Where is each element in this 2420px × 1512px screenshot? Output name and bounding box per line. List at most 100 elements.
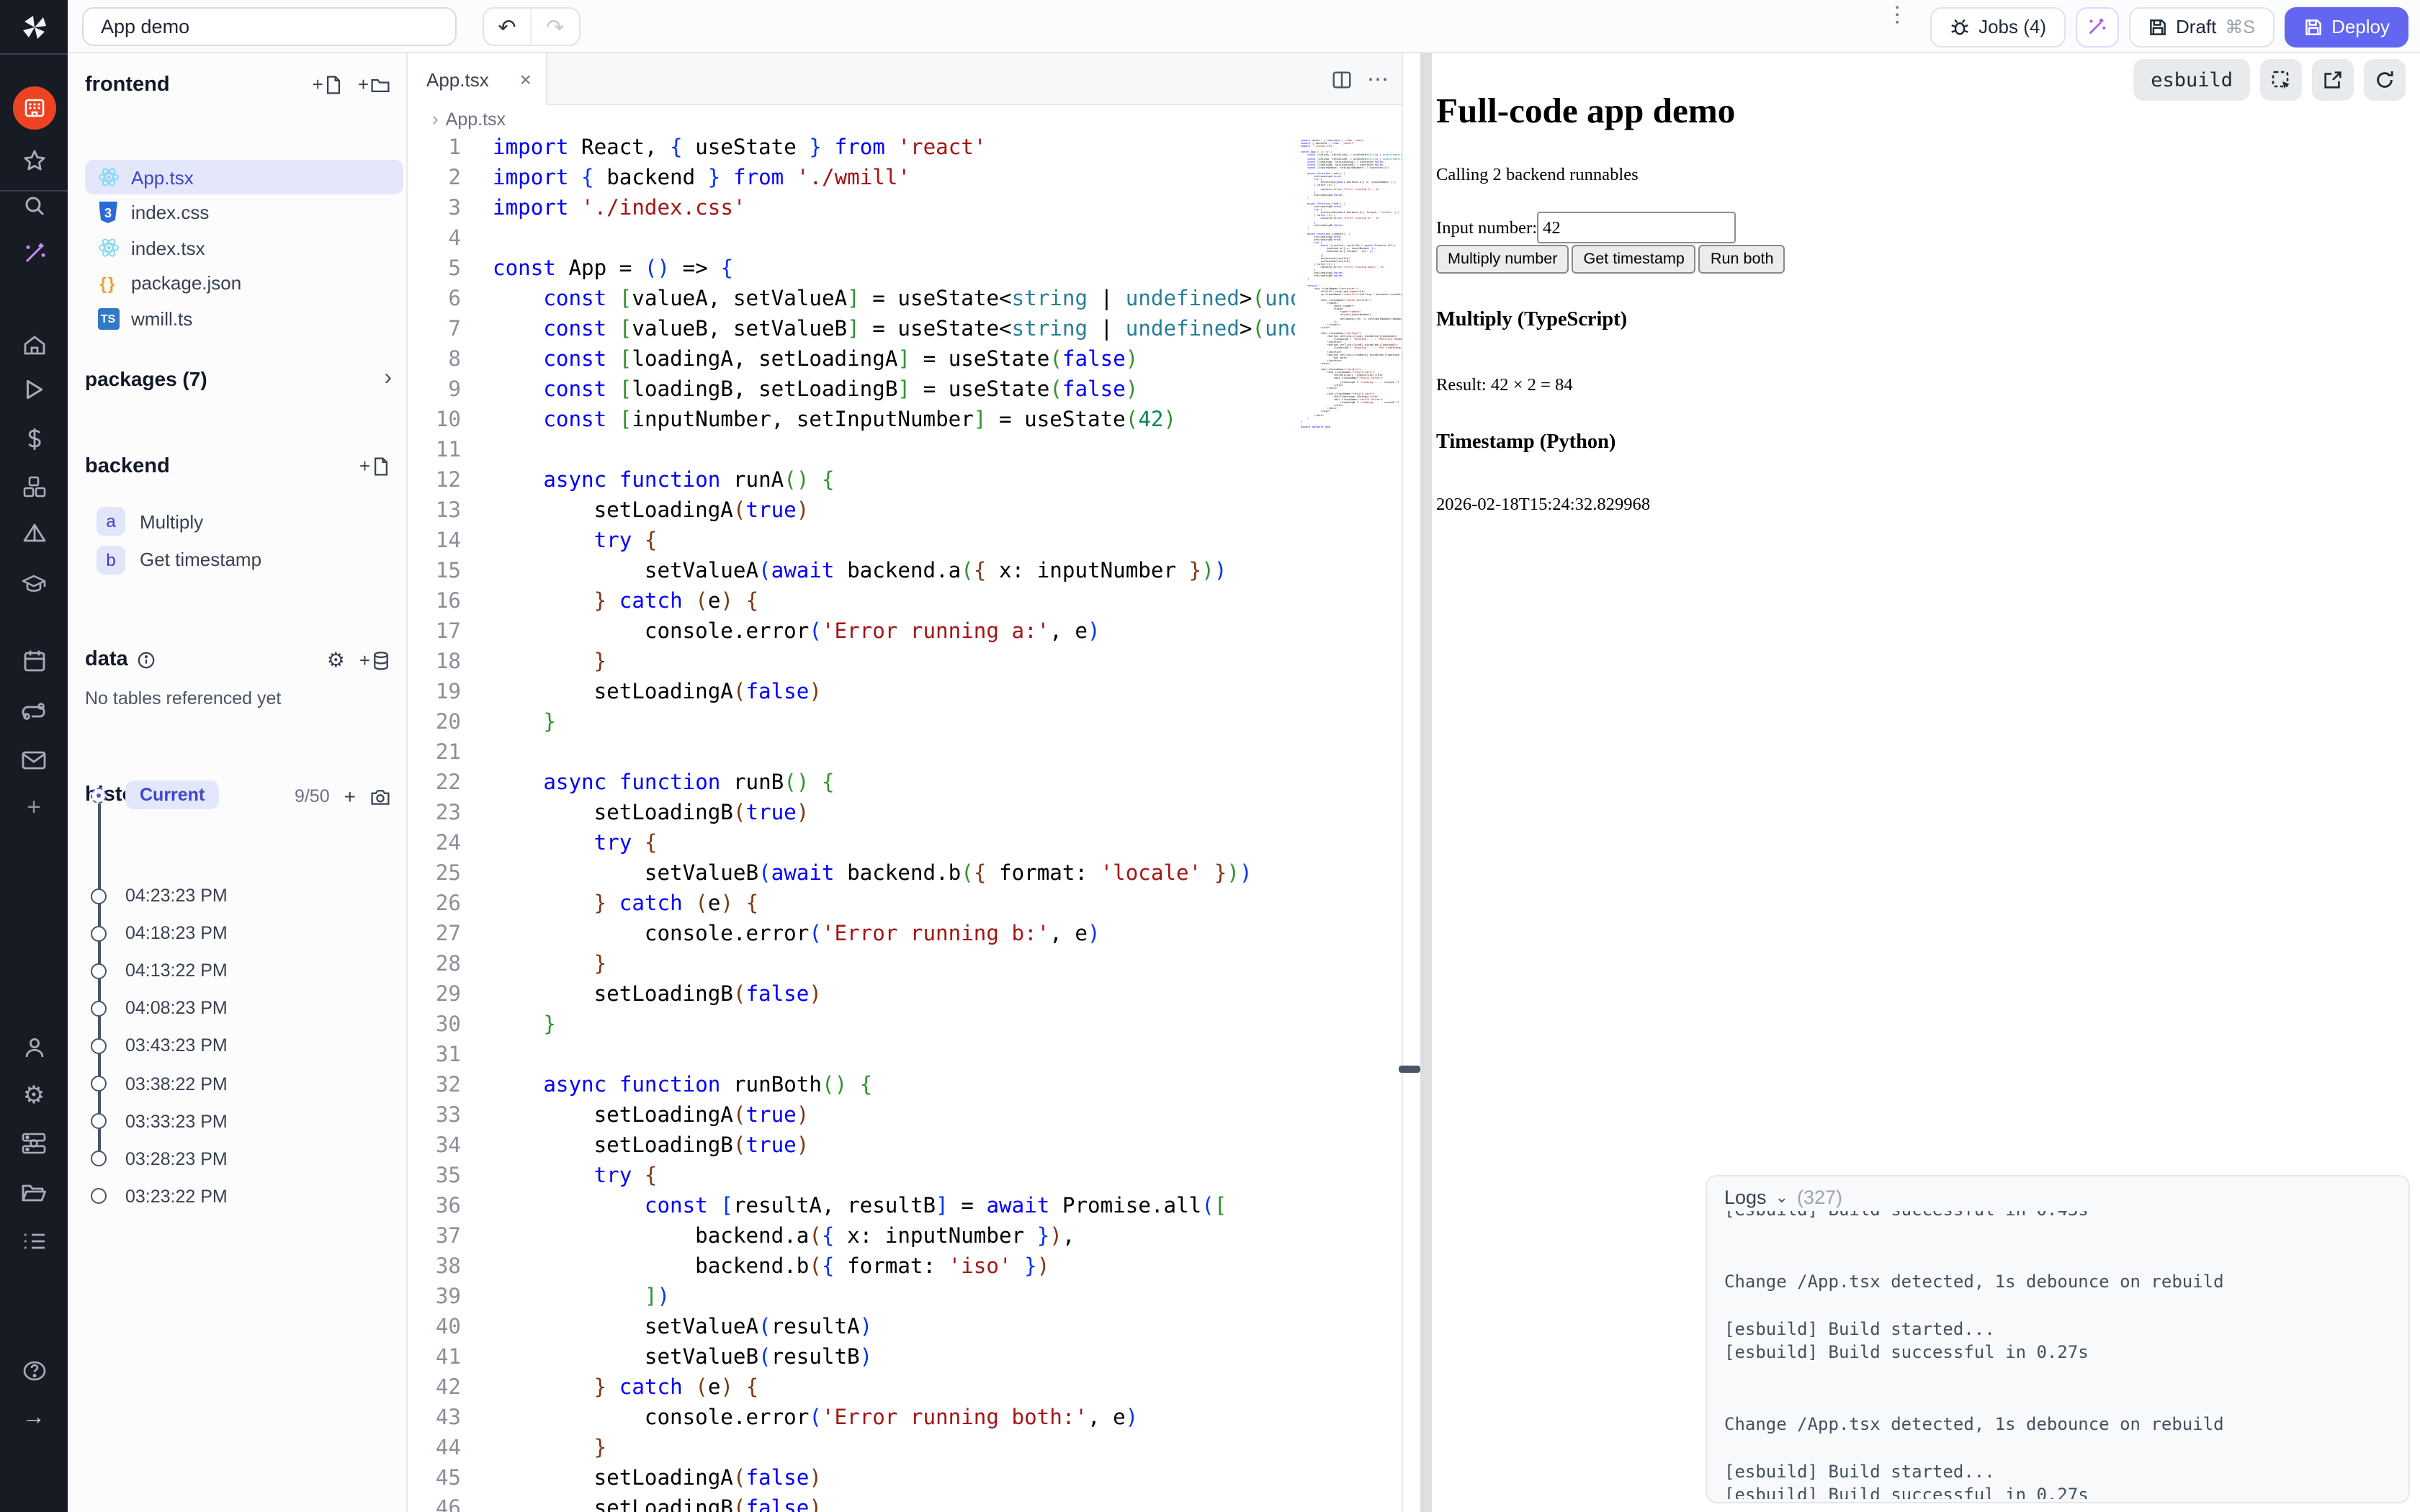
file-item-package-json[interactable]: {}package.json xyxy=(85,266,403,300)
code-line[interactable]: 16 } catch (e) { xyxy=(408,586,1295,616)
panel-resize-handle[interactable] xyxy=(1399,1066,1420,1073)
close-icon[interactable]: × xyxy=(520,68,532,91)
history-entry[interactable]: 04:18:23 PM xyxy=(91,923,228,943)
app-name-input[interactable] xyxy=(82,7,457,46)
code-line[interactable]: 44 } xyxy=(408,1433,1295,1463)
code-line[interactable]: 24 try { xyxy=(408,828,1295,858)
rail-item-settings[interactable]: ⚙ xyxy=(0,1076,68,1116)
preview-button-multiply-number[interactable]: Multiply number xyxy=(1436,246,1569,274)
code-line[interactable]: 40 setValueA(resultA) xyxy=(408,1312,1295,1342)
code-line[interactable]: 35 try { xyxy=(408,1161,1295,1191)
code-line[interactable]: 23 setLoadingB(true) xyxy=(408,798,1295,828)
add-file-button[interactable]: + xyxy=(313,75,344,95)
tab-app-tsx[interactable]: App.tsx × xyxy=(408,53,547,105)
external-link-icon[interactable] xyxy=(2312,59,2354,101)
history-entry[interactable]: 03:38:22 PM xyxy=(91,1074,228,1094)
code-line[interactable]: 4 xyxy=(408,223,1295,253)
draft-button[interactable]: Draft ⌘S xyxy=(2128,6,2274,47)
code-line[interactable]: 12 async function runA() { xyxy=(408,465,1295,495)
file-item-index-css[interactable]: 3index.css xyxy=(85,195,403,230)
code-line[interactable]: 5const App = () => { xyxy=(408,253,1295,284)
code-line[interactable]: 9 const [loadingB, setLoadingB] = useSta… xyxy=(408,374,1295,405)
file-item-wmill-ts[interactable]: TSwmill.ts xyxy=(85,301,403,336)
rail-item-favorites[interactable] xyxy=(0,141,68,181)
history-entry[interactable]: 03:28:23 PM xyxy=(91,1148,228,1169)
chevron-down-icon[interactable]: ⌄ xyxy=(1775,1188,1788,1207)
rail-item-flows[interactable] xyxy=(0,691,68,732)
code-line[interactable]: 18 } xyxy=(408,647,1295,677)
rail-item-variables[interactable] xyxy=(0,419,68,459)
code-line[interactable]: 34 setLoadingB(true) xyxy=(408,1130,1295,1161)
logs-scroll-area[interactable]: [esbuild] Build successful in 0.43s Chan… xyxy=(1724,1211,2404,1499)
history-entry[interactable]: 03:43:23 PM xyxy=(91,1036,228,1056)
code-line[interactable]: 2import { backend } from './wmill' xyxy=(408,163,1295,193)
rail-item-learn[interactable] xyxy=(0,563,68,603)
rail-item-folders[interactable] xyxy=(0,1172,68,1212)
rail-item-messages[interactable] xyxy=(0,740,68,780)
minimap[interactable]: import React, { useState } from 'react'i… xyxy=(1295,140,1402,1512)
panel-divider[interactable] xyxy=(1420,53,1432,1512)
code-line[interactable]: 7 const [valueB, setValueB] = useState<s… xyxy=(408,314,1295,344)
code-line[interactable]: 42 } catch (e) { xyxy=(408,1372,1295,1403)
code-line[interactable]: 6 const [valueA, setValueA] = useState<s… xyxy=(408,284,1295,314)
rail-item-triggers[interactable] xyxy=(0,514,68,554)
add-snapshot-button[interactable]: + xyxy=(344,785,356,808)
ai-wand-button[interactable] xyxy=(2075,6,2118,47)
code-line[interactable]: 29 setLoadingB(false) xyxy=(408,979,1295,1009)
deploy-button[interactable]: Deploy xyxy=(2284,6,2408,47)
history-entry[interactable]: 03:33:23 PM xyxy=(91,1111,228,1131)
select-run-icon[interactable] xyxy=(2260,59,2302,101)
preview-button-run-both[interactable]: Run both xyxy=(1699,246,1785,274)
code-line[interactable]: 19 setLoadingA(false) xyxy=(408,677,1295,707)
breadcrumb[interactable]: › App.tsx xyxy=(408,105,1402,132)
packages-row[interactable]: packages (7) › xyxy=(85,366,392,392)
code-line[interactable]: 45 setLoadingA(false) xyxy=(408,1463,1295,1493)
backend-runnable-b[interactable]: bGet timestamp xyxy=(85,542,403,577)
rail-item-logs[interactable] xyxy=(0,1221,68,1261)
split-editor-icon[interactable] xyxy=(1331,68,1353,90)
rail-item-resources[interactable] xyxy=(0,467,68,507)
code-line[interactable]: 13 setLoadingA(true) xyxy=(408,495,1295,526)
rail-item-ai[interactable] xyxy=(0,233,68,274)
code-line[interactable]: 32 async function runBoth() { xyxy=(408,1070,1295,1100)
preview-button-get-timestamp[interactable]: Get timestamp xyxy=(1572,246,1695,274)
add-folder-button[interactable]: + xyxy=(358,76,390,94)
file-item-index-tsx[interactable]: index.tsx xyxy=(85,230,403,265)
camera-icon[interactable] xyxy=(370,787,390,806)
file-item-app-tsx[interactable]: App.tsx xyxy=(85,160,403,194)
history-entry[interactable]: 04:13:22 PM xyxy=(91,960,228,981)
input-number-field[interactable] xyxy=(1537,212,1736,244)
code-line[interactable]: 41 setValueB(resultB) xyxy=(408,1342,1295,1372)
rail-item-runs[interactable] xyxy=(0,369,68,409)
code-line[interactable]: 26 } catch (e) { xyxy=(408,888,1295,919)
history-entry[interactable]: 03:23:22 PM xyxy=(91,1187,228,1207)
code-line[interactable]: 28 } xyxy=(408,949,1295,979)
windmill-logo[interactable] xyxy=(0,9,68,46)
undo-button[interactable]: ↶ xyxy=(484,9,532,45)
code-line[interactable]: 1import React, { useState } from 'react' xyxy=(408,132,1295,163)
code-line[interactable]: 27 console.error('Error running b:', e) xyxy=(408,919,1295,949)
add-database-button[interactable]: + xyxy=(359,650,390,670)
add-runnable-button[interactable]: + xyxy=(359,456,390,477)
history-entry[interactable]: 04:08:23 PM xyxy=(91,999,228,1019)
rail-item-apps[interactable] xyxy=(0,88,68,128)
rail-item-collapse[interactable]: → xyxy=(0,1398,68,1439)
logs-title[interactable]: Logs xyxy=(1724,1187,1767,1208)
rail-item-search[interactable] xyxy=(0,186,68,226)
rail-item-help[interactable] xyxy=(0,1351,68,1391)
rail-item-add[interactable]: + xyxy=(0,788,68,828)
code-line[interactable]: 31 xyxy=(408,1040,1295,1070)
code-line[interactable]: 3import './index.css' xyxy=(408,193,1295,223)
code-area[interactable]: 1import React, { useState } from 'react'… xyxy=(408,132,1295,1512)
code-line[interactable]: 30 } xyxy=(408,1009,1295,1040)
code-line[interactable]: 33 setLoadingA(true) xyxy=(408,1100,1295,1130)
history-current-row[interactable]: Current xyxy=(91,780,219,809)
editor-more-icon[interactable]: ⋯ xyxy=(1367,66,1390,92)
kebab-menu-icon[interactable]: ⋮ xyxy=(1886,1,1908,52)
rail-item-user[interactable] xyxy=(0,1028,68,1068)
redo-button[interactable]: ↷ xyxy=(532,9,579,45)
code-line[interactable]: 25 setValueB(await backend.b({ format: '… xyxy=(408,858,1295,888)
code-line[interactable]: 14 try { xyxy=(408,526,1295,556)
history-current-label[interactable]: Current xyxy=(125,780,219,809)
rail-item-workers[interactable] xyxy=(0,1123,68,1164)
